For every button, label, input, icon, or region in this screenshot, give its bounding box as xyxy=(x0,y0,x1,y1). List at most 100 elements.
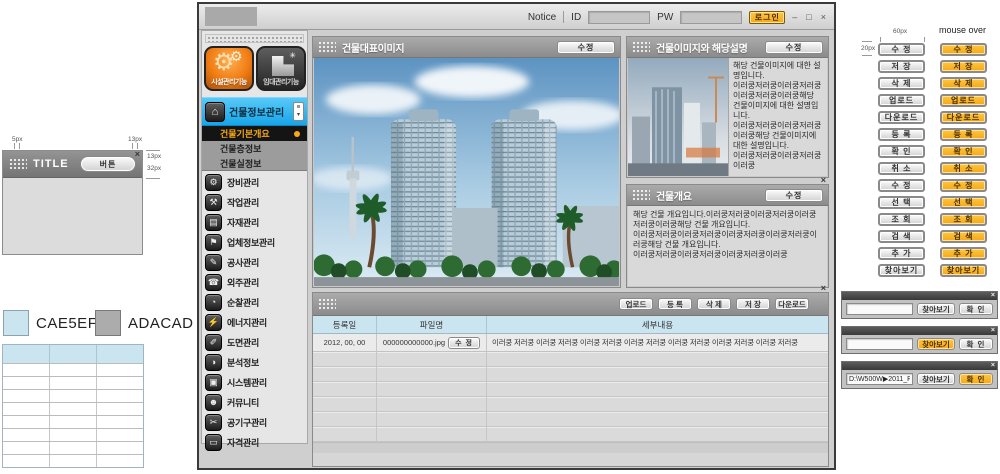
files-table-empty-row[interactable] xyxy=(313,397,828,412)
spec-button[interactable]: 찾아보기 xyxy=(878,264,925,277)
rental-mode-button[interactable]: ✳ 임대관리기능 xyxy=(256,46,306,91)
spec-button[interactable]: 업로드 xyxy=(878,94,925,107)
spec-button-hover[interactable]: 다운로드 xyxy=(940,111,987,124)
spec-button[interactable]: 확 인 xyxy=(878,145,925,158)
files-table-empty-row[interactable] xyxy=(313,382,828,397)
mock-cell xyxy=(97,416,143,428)
edit-button[interactable]: 수정 xyxy=(765,41,823,54)
sidebar-menu-item[interactable]: ☎ 외주관리 xyxy=(202,272,307,292)
edit-button[interactable]: 수정 xyxy=(557,41,615,54)
spec-button[interactable]: 조 회 xyxy=(878,213,925,226)
sidebar-menu-item[interactable]: ▣ 시스템관리 xyxy=(202,372,307,392)
close-icon[interactable]: × xyxy=(821,176,826,184)
pw-input[interactable] xyxy=(680,11,742,24)
spec-button-hover[interactable]: 찾아보기 xyxy=(940,264,987,277)
spec-button[interactable]: 수 정 xyxy=(878,43,925,56)
empty-cell xyxy=(313,382,377,396)
spec-button[interactable]: 검 색 xyxy=(878,230,925,243)
close-icon[interactable]: × xyxy=(991,292,995,300)
close-icon[interactable]: × xyxy=(821,12,828,22)
cell-detail: 이러쿵 저러쿵 이러쿵 저러쿵 이러쿵 저러쿵 이러쿵 저러쿵 이러쿵 저러쿵 … xyxy=(487,334,828,351)
row-edit-button[interactable]: 수 정 xyxy=(448,337,480,349)
sidebar-menu-item[interactable]: ⚑ 업체정보관리 xyxy=(202,232,307,252)
browse-button[interactable]: 찾아보기 xyxy=(917,373,955,385)
spec-button-hover[interactable]: 삭 제 xyxy=(940,77,987,90)
path-input[interactable] xyxy=(846,373,913,385)
close-icon[interactable]: × xyxy=(991,327,995,335)
spec-button-hover[interactable]: 취 소 xyxy=(940,162,987,175)
login-button[interactable]: 로그인 xyxy=(749,11,785,24)
files-table-header: 등록일 파일명 세부내용 xyxy=(313,316,828,334)
spec-button-hover[interactable]: 수 정 xyxy=(940,179,987,192)
id-input[interactable] xyxy=(588,11,650,24)
sidebar-menu-item[interactable]: ⚒ 작업관리 xyxy=(202,192,307,212)
sidebar-item-building-info[interactable]: ⌂ 건물정보관리 ▾ xyxy=(202,97,307,126)
toolbar-button[interactable]: 삭 제 xyxy=(697,298,731,310)
spec-button[interactable]: 등 록 xyxy=(878,128,925,141)
spec-button[interactable]: 추 가 xyxy=(878,247,925,260)
spec-button-hover[interactable]: 조 회 xyxy=(940,213,987,226)
edit-button[interactable]: 수정 xyxy=(765,189,823,202)
sidebar-menu-item[interactable]: ◔ 순찰관리 xyxy=(202,292,307,312)
spec-button[interactable]: 취 소 xyxy=(878,162,925,175)
spec-button-hover[interactable]: 확 인 xyxy=(940,145,987,158)
close-icon[interactable]: × xyxy=(821,284,826,292)
sidebar-menu-item[interactable]: ▭ 자격관리 xyxy=(202,432,307,452)
toolbar-button[interactable]: 업로드 xyxy=(619,298,653,310)
dropdown-control[interactable]: ▾ xyxy=(293,102,304,121)
menu-item-icon: ✐ xyxy=(205,334,222,351)
spec-button-hover[interactable]: 검 색 xyxy=(940,230,987,243)
close-icon[interactable]: × xyxy=(991,362,995,370)
submenu-item[interactable]: 건물기본개요 xyxy=(202,126,307,141)
sidebar-menu-item[interactable]: ☻ 커뮤니티 xyxy=(202,392,307,412)
toolbar-button[interactable]: 다운로드 xyxy=(775,298,809,310)
sidebar-menu-item[interactable]: ✐ 도면관리 xyxy=(202,332,307,352)
spec-button-hover[interactable]: 저 장 xyxy=(940,60,987,73)
minimize-icon[interactable]: – xyxy=(792,12,799,22)
spec-button-hover[interactable]: 업로드 xyxy=(940,94,987,107)
sidebar-menu-item[interactable]: ✂ 공기구관리 xyxy=(202,412,307,432)
facility-mode-button[interactable]: ⚙ ⚙ 시설관리기능 xyxy=(204,46,254,91)
spec-button[interactable]: 다운로드 xyxy=(878,111,925,124)
maximize-icon[interactable]: □ xyxy=(806,12,813,22)
browse-button[interactable]: 찾아보기 xyxy=(917,303,955,315)
ok-button[interactable]: 확 인 xyxy=(959,303,993,315)
close-icon[interactable]: × xyxy=(135,150,140,158)
sidebar-menu-item[interactable]: ⚙ 장비관리 xyxy=(202,172,307,192)
sidebar-menu-item[interactable]: ◑ 분석정보 xyxy=(202,352,307,372)
ok-button[interactable]: 확 인 xyxy=(959,373,993,385)
mock-cell xyxy=(97,442,143,454)
ok-button[interactable]: 확 인 xyxy=(959,338,993,350)
submenu-item[interactable]: 건물실정보 xyxy=(202,156,307,171)
path-input[interactable] xyxy=(846,303,913,315)
browse-button[interactable]: 찾아보기 xyxy=(917,338,955,350)
files-table-empty-row[interactable] xyxy=(313,367,828,382)
spec-button-hover[interactable]: 수 정 xyxy=(940,43,987,56)
sidebar-menu-item[interactable]: ⚡ 에너지관리 xyxy=(202,312,307,332)
spec-button[interactable]: 선 택 xyxy=(878,196,925,209)
files-table-empty-row[interactable] xyxy=(313,427,828,442)
submenu-item[interactable]: 건물층정보 xyxy=(202,141,307,156)
menu-item-label: 시스템관리 xyxy=(227,376,267,389)
spec-button-hover[interactable]: 추 가 xyxy=(940,247,987,260)
spec-button-hover[interactable]: 등 록 xyxy=(940,128,987,141)
mock-table-row xyxy=(3,428,143,441)
sidebar-menu-item[interactable]: ✎ 공사관리 xyxy=(202,252,307,272)
toolbar-button[interactable]: 등 록 xyxy=(658,298,692,310)
files-table-row[interactable]: 2012, 00, 00 000000000000.jpg 수 정 이러쿵 저러… xyxy=(313,334,828,352)
files-table-empty-row[interactable] xyxy=(313,412,828,427)
notice-link[interactable]: Notice xyxy=(528,12,556,23)
menu-item-icon: ◔ xyxy=(205,294,222,311)
spec-button[interactable]: 수 정 xyxy=(878,179,925,192)
mock-cell xyxy=(50,377,97,389)
sidebar-menu-item[interactable]: ▤ 자재관리 xyxy=(202,212,307,232)
spec-button[interactable]: 저 장 xyxy=(878,60,925,73)
path-input[interactable] xyxy=(846,338,913,350)
spec-button[interactable]: 삭 제 xyxy=(878,77,925,90)
files-table-empty-row[interactable] xyxy=(313,352,828,367)
spec-button-hover[interactable]: 선 택 xyxy=(940,196,987,209)
toolbar-button[interactable]: 저 장 xyxy=(736,298,770,310)
sidebar-item-label: 건물정보관리 xyxy=(229,104,284,119)
spec-panel-button[interactable]: 버튼 xyxy=(80,156,136,172)
menu-item-label: 분석정보 xyxy=(227,356,259,369)
